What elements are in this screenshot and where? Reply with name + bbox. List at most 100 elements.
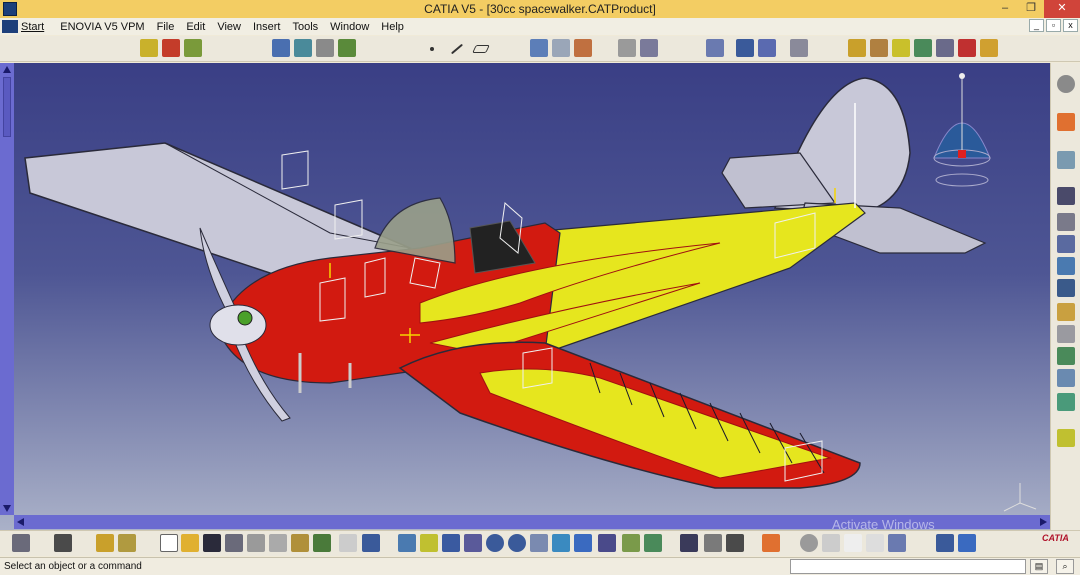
scroll-up-icon[interactable] [3, 66, 11, 73]
copy-icon[interactable] [269, 534, 287, 552]
render-icon[interactable] [870, 39, 888, 57]
view-mode-icon[interactable] [574, 534, 592, 552]
list-icon[interactable] [936, 534, 954, 552]
new-icon[interactable] [160, 534, 178, 552]
annotation-icon[interactable] [552, 39, 570, 57]
pad-icon[interactable] [294, 39, 312, 57]
doc-restore-button[interactable]: ▫ [1046, 19, 1061, 32]
thickness-icon[interactable] [1057, 393, 1075, 411]
hide-show-icon[interactable] [622, 534, 640, 552]
plane-icon[interactable] [338, 39, 356, 57]
menu-start[interactable]: Start [21, 21, 44, 33]
hand-icon[interactable] [822, 534, 840, 552]
pan-icon[interactable] [420, 534, 438, 552]
doc-minimize-button[interactable]: _ [1029, 19, 1044, 32]
camera-icon[interactable] [54, 534, 72, 552]
paste-icon[interactable] [291, 534, 309, 552]
save-icon[interactable] [203, 534, 221, 552]
menu-window[interactable]: Window [330, 21, 369, 33]
sketch-plane-icon[interactable] [1057, 151, 1075, 169]
iso-view-icon[interactable] [552, 534, 570, 552]
grid-icon[interactable] [706, 39, 724, 57]
target-icon[interactable] [958, 39, 976, 57]
scroll-left-icon[interactable] [17, 518, 24, 526]
menu-tools[interactable]: Tools [292, 21, 318, 33]
light-icon[interactable] [980, 39, 998, 57]
catalog-icon[interactable] [762, 534, 780, 552]
measure-icon[interactable] [316, 39, 334, 57]
hole-icon[interactable] [1057, 279, 1075, 297]
draft-icon[interactable] [1057, 347, 1075, 365]
product-icon[interactable] [140, 39, 158, 57]
minimize-button[interactable]: – [992, 0, 1018, 18]
doc-close-button[interactable]: x [1063, 19, 1078, 32]
hide-icon[interactable] [914, 39, 932, 57]
component-icon[interactable] [162, 39, 180, 57]
axis-icon[interactable] [736, 39, 754, 57]
zoom-in-icon[interactable] [486, 534, 504, 552]
fit-all-icon[interactable] [398, 534, 416, 552]
catia-menu-icon[interactable] [2, 20, 18, 33]
assembly-icon[interactable] [184, 39, 202, 57]
fillet-icon[interactable] [1057, 303, 1075, 321]
undo-icon[interactable] [313, 534, 331, 552]
redo-icon[interactable] [339, 534, 357, 552]
chamfer-icon[interactable] [1057, 325, 1075, 343]
swap-icon[interactable] [936, 39, 954, 57]
swap-icon[interactable] [644, 534, 662, 552]
open-icon[interactable] [181, 534, 199, 552]
cut-icon[interactable] [247, 534, 265, 552]
menu-help[interactable]: Help [381, 21, 404, 33]
line-icon[interactable] [450, 43, 464, 55]
close-button[interactable]: ✕ [1044, 0, 1080, 18]
catia-app-icon[interactable] [3, 2, 17, 16]
rotate-icon[interactable] [442, 534, 460, 552]
ratio-icon[interactable] [866, 534, 884, 552]
scroll-down-icon[interactable] [3, 505, 11, 512]
sketch-icon[interactable] [272, 39, 290, 57]
analysis-icon[interactable] [888, 534, 906, 552]
menu-file[interactable]: File [157, 21, 175, 33]
fly-icon[interactable] [464, 534, 482, 552]
scroll-right-icon[interactable] [1040, 518, 1047, 526]
menu-insert[interactable]: Insert [253, 21, 281, 33]
catalog-icon[interactable] [1057, 429, 1075, 447]
rotate-view-icon[interactable] [800, 534, 818, 552]
gear-icon[interactable] [1057, 75, 1075, 93]
cube-icon[interactable] [958, 534, 976, 552]
vertical-scroll-thumb[interactable] [3, 77, 11, 137]
command-search-button[interactable]: ⌕ [1056, 559, 1074, 574]
constraint-icon[interactable] [618, 39, 636, 57]
print-icon[interactable] [12, 534, 30, 552]
help-icon[interactable] [362, 534, 380, 552]
pocket-icon[interactable] [1057, 213, 1075, 231]
normal-view-icon[interactable] [530, 534, 548, 552]
zoom-out-icon[interactable] [508, 534, 526, 552]
pad-icon[interactable] [1057, 187, 1075, 205]
maximize-button[interactable]: ❐ [1018, 0, 1044, 18]
menu-enovia[interactable]: ENOVIA V5 VPM [60, 21, 144, 33]
point-icon[interactable] [430, 47, 434, 51]
dimension-icon[interactable] [574, 39, 592, 57]
menu-view[interactable]: View [217, 21, 241, 33]
command-list-button[interactable]: ▤ [1030, 559, 1048, 574]
shading-icon[interactable] [848, 39, 866, 57]
fit-icon[interactable] [790, 39, 808, 57]
surface-icon[interactable] [472, 45, 490, 53]
shading-icon[interactable] [598, 534, 616, 552]
vertical-scrollbar[interactable] [0, 63, 14, 515]
snap-icon[interactable] [640, 39, 658, 57]
update-icon[interactable] [704, 534, 722, 552]
cursor-icon[interactable] [1057, 113, 1075, 131]
menu-edit[interactable]: Edit [186, 21, 205, 33]
scale-icon[interactable] [844, 534, 862, 552]
battery-icon[interactable] [726, 534, 744, 552]
measure-icon[interactable] [680, 534, 698, 552]
3d-viewport[interactable] [0, 63, 1050, 530]
shaft-icon[interactable] [1057, 235, 1075, 253]
groove-icon[interactable] [1057, 257, 1075, 275]
copy-format-icon[interactable] [96, 534, 114, 552]
material-icon[interactable] [892, 39, 910, 57]
shell-icon[interactable] [1057, 369, 1075, 387]
command-input[interactable] [790, 559, 1026, 574]
